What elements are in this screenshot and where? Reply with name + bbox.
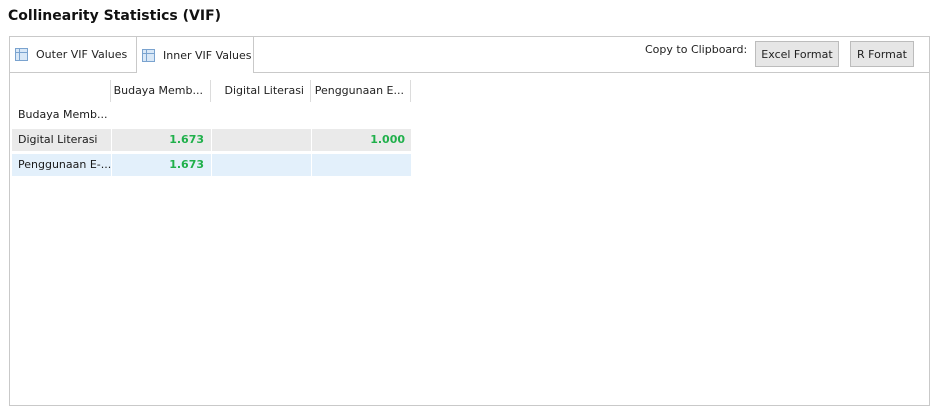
table-cell: 1.673 [112, 154, 211, 176]
table-cell [212, 154, 311, 176]
table-cell [212, 104, 311, 126]
copy-to-clipboard-label: Copy to Clipboard: [645, 43, 748, 56]
table-header-row: Budaya Memb... Digital Literasi Pengguna… [12, 80, 412, 102]
tab-inner-vif-values[interactable]: Inner VIF Values [136, 37, 254, 73]
table-icon [142, 48, 155, 62]
table-icon [15, 48, 28, 61]
column-header[interactable]: Digital Literasi [212, 80, 311, 102]
table-row-selected[interactable]: Penggunaan E-... 1.673 [12, 154, 412, 176]
table-row[interactable]: Digital Literasi 1.673 1.000 [12, 129, 412, 151]
table-cell [312, 104, 411, 126]
vif-panel: Outer VIF Values Inner VIF Values Copy t… [9, 36, 930, 406]
tab-label: Outer VIF Values [36, 48, 128, 61]
tab-label: Inner VIF Values [163, 48, 252, 62]
row-header: Digital Literasi [12, 129, 111, 151]
column-header[interactable]: Budaya Memb... [112, 80, 211, 102]
column-header[interactable]: Penggunaan E... [312, 80, 411, 102]
table-cell: 1.673 [112, 129, 211, 151]
table-cell: 1.000 [312, 129, 411, 151]
tab-outer-vif-values[interactable]: Outer VIF Values [10, 37, 135, 72]
excel-format-button[interactable]: Excel Format [755, 41, 839, 67]
r-format-button[interactable]: R Format [850, 41, 914, 67]
table-cell [312, 154, 411, 176]
page-title: Collinearity Statistics (VIF) [8, 8, 222, 24]
header-cell-corner [12, 80, 111, 102]
toolbar: Outer VIF Values Inner VIF Values Copy t… [10, 37, 929, 73]
table-row[interactable]: Budaya Memb... [12, 104, 412, 126]
row-header: Budaya Memb... [18, 108, 108, 121]
table-cell [112, 104, 211, 126]
table-cell [212, 129, 311, 151]
row-header: Penggunaan E-... [12, 154, 111, 176]
